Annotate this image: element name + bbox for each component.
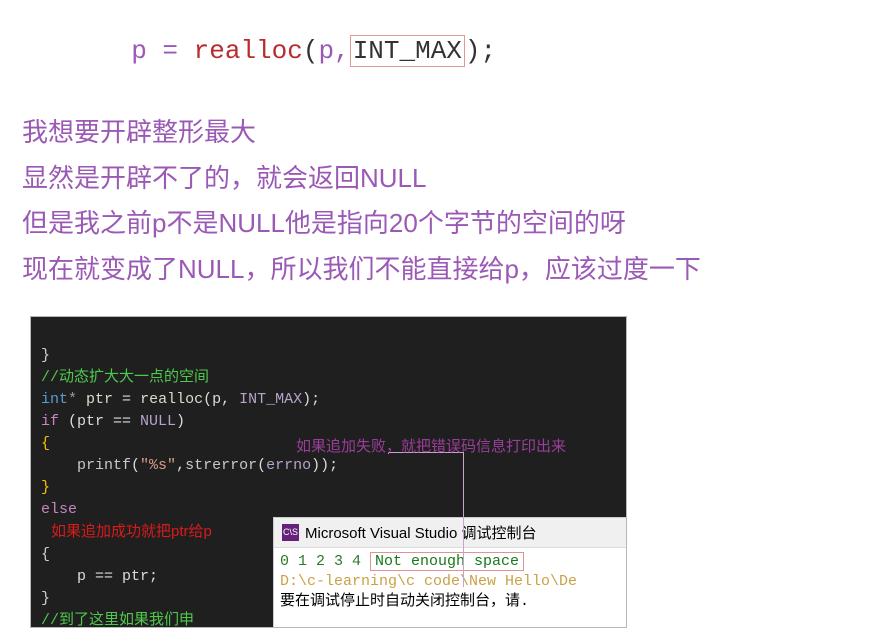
expl-line-2: 显然是开辟不了的，就会返回NULL [22, 158, 864, 200]
console-output-line-3: 要在调试停止时自动关闭控制台，请. [280, 592, 621, 612]
expl-line-4: 现在就变成了NULL，所以我们不能直接给p，应该过度一下 [22, 249, 864, 291]
boxed-int-max: INT_MAX [350, 35, 465, 67]
error-box: Not enough space [370, 552, 524, 571]
expl-line-1: 我想要开辟整形最大 [22, 112, 864, 154]
explanation-block: 我想要开辟整形最大 显然是开辟不了的，就会返回NULL 但是我之前p不是NULL… [22, 112, 864, 290]
ide-screenshot: } //动态扩大大一点的空间 int* ptr = realloc(p, INT… [30, 316, 627, 628]
fn-realloc: realloc [194, 36, 303, 66]
ide-comment-1: //动态扩大大一点的空间 [41, 369, 209, 386]
var-p: p [131, 36, 147, 66]
ide-comment-2: //到了这里如果我们申 [41, 612, 194, 628]
expl-line-3: 但是我之前p不是NULL他是指向20个字节的空间的呀 [22, 203, 864, 245]
red-annotation: 如果追加成功就把ptr给p [51, 523, 212, 540]
console-title-text: Microsoft Visual Studio 调试控制台 [305, 522, 536, 543]
purple-annotation: 如果追加失败，就把错误码信息打印出来 [296, 435, 566, 456]
top-code-line: p = realloc(p,INT_MAX); [100, 6, 886, 66]
console-body: 0 1 2 3 4 Not enough space D:\c-learning… [274, 548, 627, 616]
vs-icon: C\S [282, 524, 299, 541]
console-output-line-1: 0 1 2 3 4 Not enough space [280, 552, 621, 572]
callout-line-vertical [463, 452, 464, 587]
debug-console-window: C\S Microsoft Visual Studio 调试控制台 0 1 2 … [273, 517, 627, 628]
console-titlebar: C\S Microsoft Visual Studio 调试控制台 [274, 518, 627, 548]
console-output-line-2: D:\c-learning\c code\New Hello\De [280, 572, 621, 592]
